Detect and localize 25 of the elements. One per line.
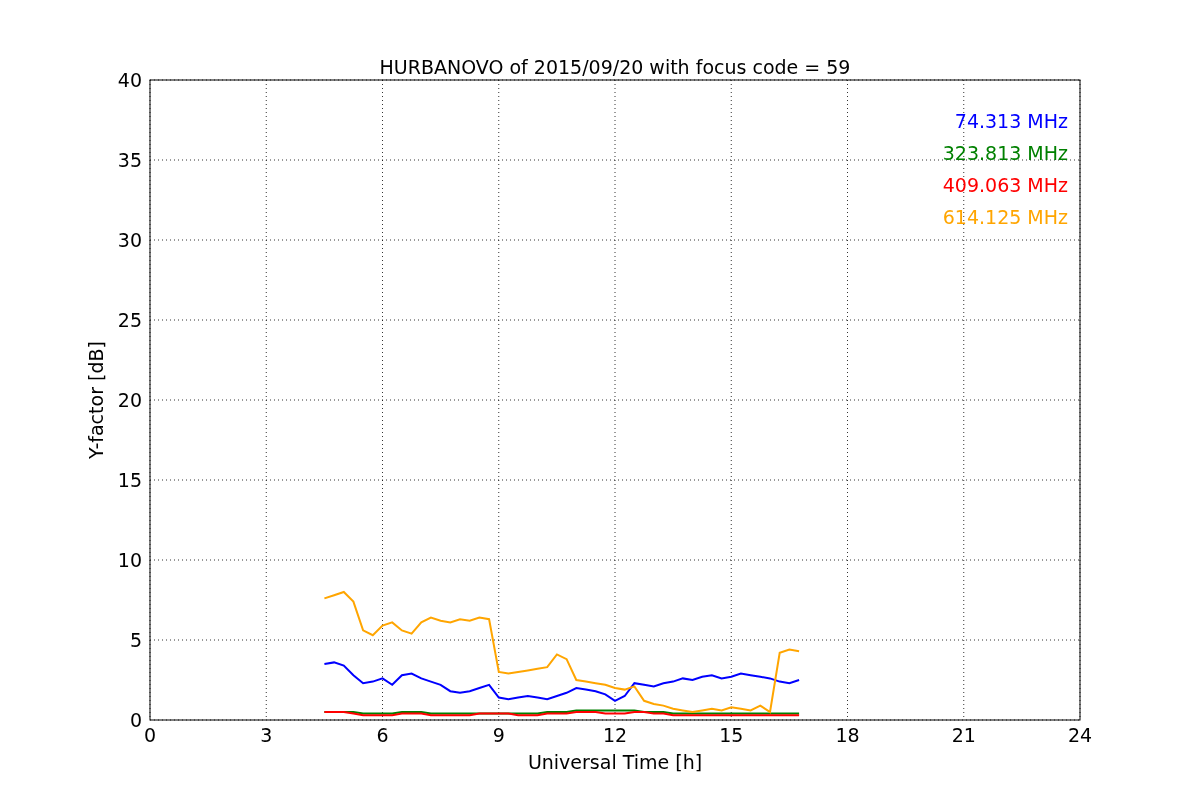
y-tick-label: 40 — [117, 69, 142, 91]
y-tick-label: 20 — [117, 389, 142, 411]
x-tick-label: 15 — [719, 724, 744, 746]
x-axis-label: Universal Time [h] — [527, 751, 703, 773]
y-tick-label: 5 — [129, 629, 142, 651]
legend-label: 323.813 MHz — [942, 142, 1068, 164]
legend-label: 409.063 MHz — [942, 174, 1068, 196]
y-tick-label: 25 — [117, 309, 142, 331]
x-tick-label: 24 — [1067, 724, 1093, 746]
x-tick-label: 9 — [492, 724, 505, 746]
x-tick-label: 3 — [260, 724, 273, 746]
x-tick-label: 12 — [602, 724, 628, 746]
y-tick-label: 0 — [129, 709, 142, 731]
y-tick-label: 15 — [117, 469, 142, 491]
x-tick-label: 18 — [835, 724, 860, 746]
y-axis-label: Y-factor [dB] — [85, 341, 107, 459]
x-tick-label: 0 — [143, 724, 157, 746]
y-tick-label: 10 — [117, 549, 142, 571]
y-tick-label: 35 — [117, 149, 142, 171]
legend-label: 74.313 MHz — [954, 110, 1068, 132]
chart-title: HURBANOVO of 2015/09/20 with focus code = 59 — [379, 56, 851, 78]
legend-label: 614.125 MHz — [942, 206, 1068, 228]
y-tick-label: 30 — [117, 229, 142, 251]
x-tick-label: 6 — [376, 724, 389, 746]
x-tick-label: 21 — [951, 724, 976, 746]
